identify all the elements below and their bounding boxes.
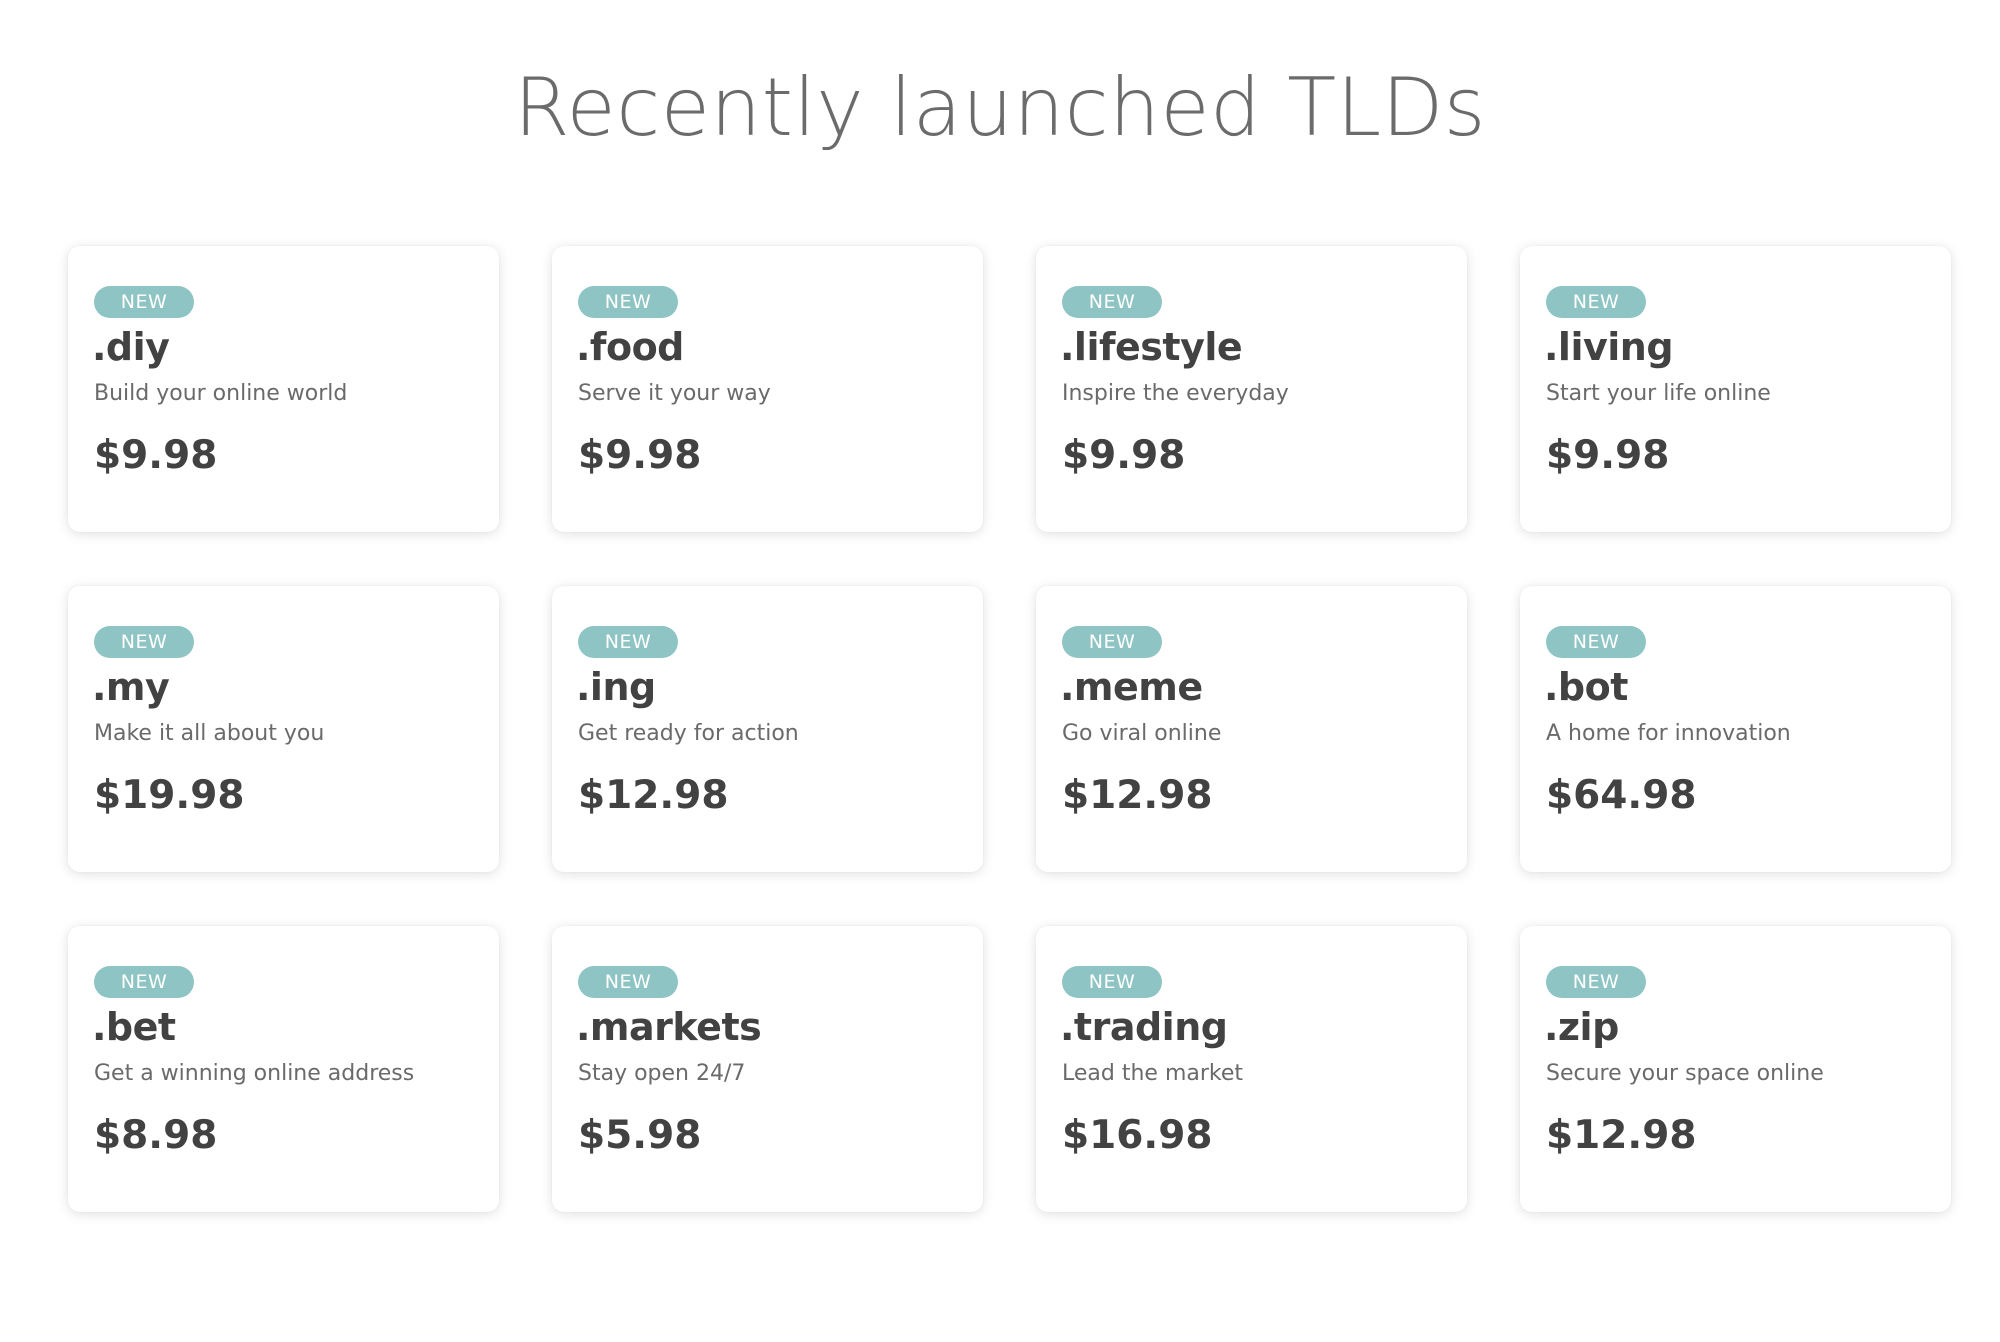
tld-price: $12.98 [578, 773, 729, 818]
tld-tagline: Lead the market [1062, 1061, 1244, 1086]
tld-card[interactable]: NEW .meme Go viral online $12.98 [1036, 586, 1467, 872]
tld-name: .ing [576, 665, 656, 709]
tld-name: .my [92, 665, 170, 709]
tld-card[interactable]: NEW .trading Lead the market $16.98 [1036, 926, 1467, 1212]
tld-price: $16.98 [1062, 1113, 1213, 1158]
new-badge: NEW [94, 966, 194, 998]
tld-card[interactable]: NEW .bet Get a winning online address $8… [68, 926, 499, 1212]
tld-price: $64.98 [1546, 773, 1697, 818]
tld-name: .bet [92, 1005, 176, 1049]
tld-name: .living [1544, 325, 1674, 369]
tld-tagline: Go viral online [1062, 721, 1222, 746]
tld-name: .bot [1544, 665, 1628, 709]
new-badge: NEW [1062, 966, 1162, 998]
tld-tagline: Build your online world [94, 381, 348, 406]
new-badge: NEW [578, 966, 678, 998]
tld-card[interactable]: NEW .zip Secure your space online $12.98 [1520, 926, 1951, 1212]
new-badge: NEW [1546, 966, 1646, 998]
tld-name: .meme [1060, 665, 1203, 709]
new-badge: NEW [1546, 626, 1646, 658]
tld-name: .food [576, 325, 684, 369]
tld-name: .trading [1060, 1005, 1228, 1049]
tld-tagline: Secure your space online [1546, 1061, 1824, 1086]
new-badge: NEW [1062, 626, 1162, 658]
tld-name: .markets [576, 1005, 762, 1049]
tld-name: .diy [92, 325, 170, 369]
new-badge: NEW [578, 286, 678, 318]
tld-card[interactable]: NEW .bot A home for innovation $64.98 [1520, 586, 1951, 872]
tld-tagline: A home for innovation [1546, 721, 1791, 746]
tld-card-grid: NEW .diy Build your online world $9.98 N… [68, 246, 1951, 1212]
page-title: Recently launched TLDs [514, 61, 1486, 154]
tld-price: $12.98 [1546, 1113, 1697, 1158]
new-badge: NEW [578, 626, 678, 658]
tld-price: $9.98 [1546, 433, 1670, 478]
tld-tagline: Serve it your way [578, 381, 771, 406]
tld-card[interactable]: NEW .my Make it all about you $19.98 [68, 586, 499, 872]
tld-price: $8.98 [94, 1113, 218, 1158]
tld-price: $9.98 [1062, 433, 1186, 478]
tld-price: $19.98 [94, 773, 245, 818]
tld-tagline: Inspire the everyday [1062, 381, 1289, 406]
new-badge: NEW [94, 626, 194, 658]
new-badge: NEW [1546, 286, 1646, 318]
tld-card[interactable]: NEW .diy Build your online world $9.98 [68, 246, 499, 532]
tld-card[interactable]: NEW .lifestyle Inspire the everyday $9.9… [1036, 246, 1467, 532]
tld-card[interactable]: NEW .living Start your life online $9.98 [1520, 246, 1951, 532]
tld-tagline: Stay open 24/7 [578, 1061, 746, 1086]
tld-card[interactable]: NEW .food Serve it your way $9.98 [552, 246, 983, 532]
tld-name: .zip [1544, 1005, 1619, 1049]
tld-tagline: Get a winning online address [94, 1061, 415, 1086]
tld-tagline: Make it all about you [94, 721, 325, 746]
new-badge: NEW [94, 286, 194, 318]
tld-price: $9.98 [94, 433, 218, 478]
tld-price: $12.98 [1062, 773, 1213, 818]
tld-card[interactable]: NEW .markets Stay open 24/7 $5.98 [552, 926, 983, 1212]
tld-page: Recently launched TLDs NEW .diy Build yo… [0, 0, 2000, 1342]
tld-price: $9.98 [578, 433, 702, 478]
tld-card[interactable]: NEW .ing Get ready for action $12.98 [552, 586, 983, 872]
tld-price: $5.98 [578, 1113, 702, 1158]
tld-name: .lifestyle [1060, 325, 1243, 369]
tld-tagline: Start your life online [1546, 381, 1771, 406]
tld-tagline: Get ready for action [578, 721, 799, 746]
new-badge: NEW [1062, 286, 1162, 318]
